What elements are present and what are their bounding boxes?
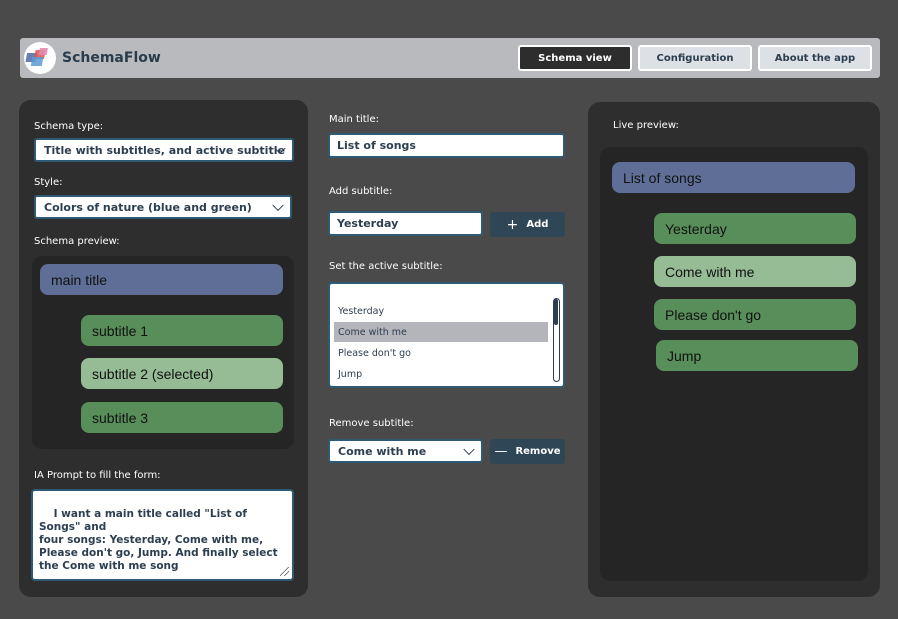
- schema-preview-box: main title subtitle 1 subtitle 2 (select…: [32, 256, 294, 449]
- list-item[interactable]: Jump: [334, 364, 548, 384]
- live-subtitle-3: Please don't go: [654, 299, 856, 330]
- preview-main-title: main title: [40, 264, 283, 295]
- resize-handle-icon[interactable]: [280, 567, 289, 576]
- app-header: SchemaFlow Schema view Configuration Abo…: [20, 38, 880, 78]
- style-value: Colors of nature (blue and green): [44, 200, 252, 214]
- add-subtitle-label: Add subtitle:: [329, 186, 393, 197]
- nav-about-button[interactable]: About the app: [758, 45, 872, 71]
- schema-preview-label: Schema preview:: [34, 236, 120, 247]
- minus-icon: —: [494, 444, 508, 459]
- plus-icon: +: [506, 216, 519, 233]
- active-subtitle-listbox[interactable]: Yesterday Come with me Please don't go J…: [328, 282, 565, 388]
- live-subtitle-4: Jump: [656, 340, 858, 371]
- remove-subtitle-button[interactable]: — Remove: [490, 439, 565, 464]
- list-item[interactable]: Yesterday: [334, 301, 548, 321]
- style-label: Style:: [34, 177, 63, 188]
- main-nav: Schema view Configuration About the app: [518, 45, 872, 71]
- schema-type-label: Schema type:: [34, 121, 104, 132]
- preview-subtitle-1: subtitle 1: [81, 315, 283, 346]
- remove-button-label: Remove: [515, 446, 561, 457]
- list-item-selected[interactable]: Come with me: [334, 322, 548, 342]
- schema-type-select[interactable]: Title with subtitles, and active subtitl…: [34, 138, 294, 162]
- live-preview-panel: Live preview: List of songs Yesterday Co…: [588, 102, 880, 597]
- nav-configuration-button[interactable]: Configuration: [638, 45, 752, 71]
- chevron-down-icon: [272, 199, 284, 212]
- schema-settings-panel: Schema type: Title with subtitles, and a…: [19, 100, 308, 597]
- ai-prompt-label: IA Prompt to fill the form:: [34, 470, 161, 481]
- live-subtitle-2: Come with me: [654, 256, 856, 287]
- style-select[interactable]: Colors of nature (blue and green): [34, 195, 292, 219]
- live-subtitle-1: Yesterday: [654, 213, 856, 244]
- remove-subtitle-select[interactable]: Come with me: [328, 439, 483, 463]
- main-title-input[interactable]: List of songs: [328, 133, 565, 158]
- schemaflow-logo-icon: [24, 42, 56, 74]
- ai-prompt-textarea[interactable]: I want a main title called "List of Song…: [31, 489, 294, 581]
- scrollbar-thumb[interactable]: [554, 299, 558, 325]
- remove-subtitle-value: Come with me: [338, 444, 427, 458]
- nav-schema-view-button[interactable]: Schema view: [518, 45, 632, 71]
- add-subtitle-button[interactable]: + Add: [490, 212, 565, 237]
- add-button-label: Add: [526, 219, 549, 230]
- listbox-scrollbar[interactable]: [553, 298, 560, 382]
- ai-prompt-text: I want a main title called "List of Song…: [39, 508, 278, 572]
- preview-subtitle-2: subtitle 2 (selected): [81, 358, 283, 389]
- schema-type-value: Title with subtitles, and active subtitl…: [44, 143, 285, 157]
- preview-subtitle-3: subtitle 3: [81, 402, 283, 433]
- app-name: SchemaFlow: [62, 50, 161, 66]
- active-subtitle-label: Set the active subtitle:: [329, 261, 443, 272]
- chevron-down-icon: [463, 443, 475, 456]
- remove-subtitle-label: Remove subtitle:: [329, 418, 414, 429]
- live-preview-label: Live preview:: [613, 120, 679, 131]
- add-subtitle-input[interactable]: Yesterday: [328, 211, 483, 236]
- list-item[interactable]: Please don't go: [334, 343, 548, 363]
- live-preview-box: List of songs Yesterday Come with me Ple…: [600, 147, 868, 581]
- main-title-label: Main title:: [329, 114, 379, 125]
- live-main-title: List of songs: [612, 162, 855, 193]
